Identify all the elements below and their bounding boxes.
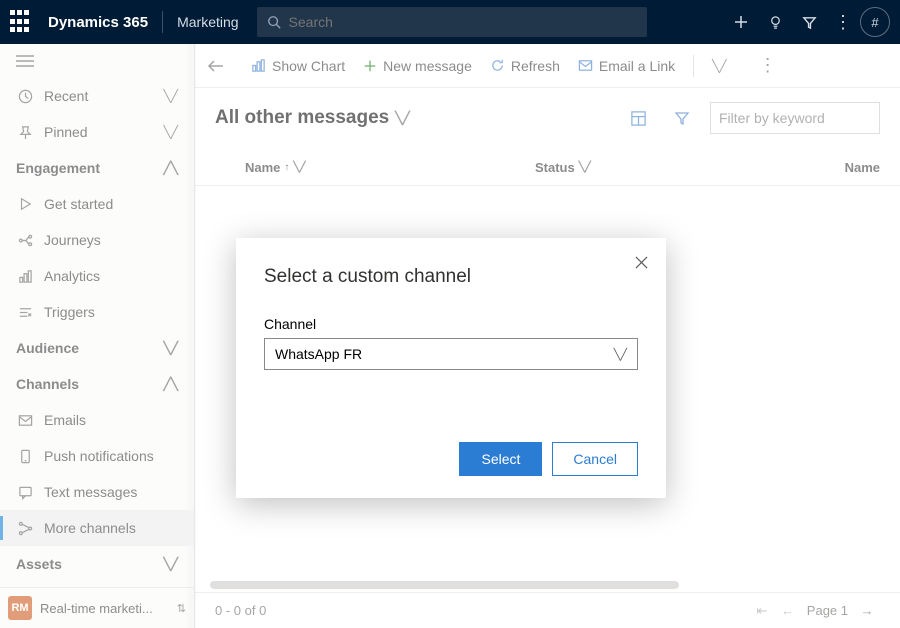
brand-separator [162, 11, 163, 33]
cancel-button[interactable]: Cancel [552, 442, 638, 476]
dialog-title: Select a custom channel [264, 266, 638, 288]
search-icon [267, 15, 281, 29]
app-launcher-icon[interactable] [10, 10, 34, 34]
channel-selected-value: WhatsApp FR [275, 346, 362, 362]
channel-dropdown[interactable]: WhatsApp FR ╲╱ [264, 338, 638, 370]
channel-field-label: Channel [264, 316, 638, 332]
add-icon[interactable] [724, 5, 758, 39]
global-search[interactable] [257, 7, 647, 37]
filter-icon[interactable] [792, 5, 826, 39]
select-button[interactable]: Select [459, 442, 542, 476]
overflow-icon[interactable]: ⋮ [826, 5, 860, 39]
select-channel-dialog: Select a custom channel Channel WhatsApp… [236, 238, 666, 498]
search-input[interactable] [289, 14, 637, 30]
avatar[interactable]: # [860, 7, 890, 37]
close-icon[interactable] [635, 256, 648, 269]
brand-title: Dynamics 365 [48, 14, 148, 31]
top-nav-bar: Dynamics 365 Marketing ⋮ # [0, 0, 900, 44]
app-name[interactable]: Marketing [177, 14, 238, 30]
lightbulb-icon[interactable] [758, 5, 792, 39]
chevron-down-icon: ╲╱ [614, 348, 627, 361]
